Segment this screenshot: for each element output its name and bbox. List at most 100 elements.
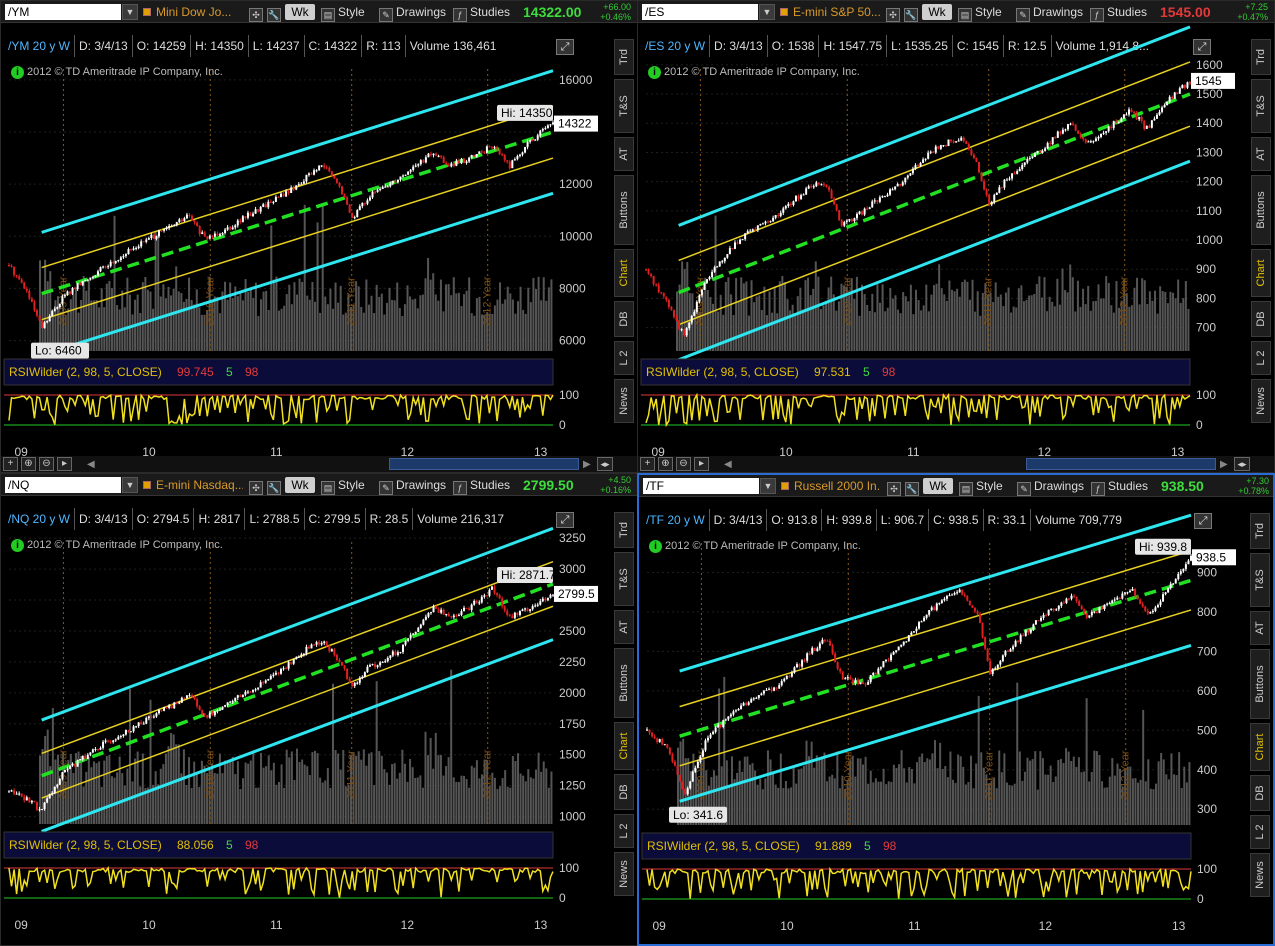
scroll-left-icon[interactable]: ◀ xyxy=(87,459,95,470)
volume-bar xyxy=(339,285,342,351)
side-tab-l2[interactable]: L 2 xyxy=(1251,341,1271,375)
side-tab-news[interactable]: News xyxy=(614,379,634,423)
chart-panel-nq[interactable]: /NQ ▼ E-mini Nasdaq... ✣ 🔧 Wk ▤ Style ✎ Drawings ƒ… xyxy=(0,473,638,946)
volume-bar xyxy=(393,300,396,351)
studies-button[interactable]: ƒ Studies xyxy=(453,477,510,495)
link-color-icon[interactable] xyxy=(143,8,151,16)
side-tab-trd[interactable]: Trd xyxy=(614,512,634,548)
side-tab-news[interactable]: News xyxy=(614,852,634,896)
wrench-icon[interactable]: 🔧 xyxy=(267,477,284,495)
side-tab-ts[interactable]: T&S xyxy=(1251,79,1271,133)
chart-settings-icon[interactable]: ⤢ xyxy=(1194,513,1212,529)
drawings-button[interactable]: ✎ Drawings xyxy=(379,477,446,495)
chart-settings-icon[interactable]: ⤢ xyxy=(556,39,574,55)
link-color-icon[interactable] xyxy=(143,481,151,489)
side-tab-db[interactable]: DB xyxy=(1250,775,1270,811)
link-color-icon[interactable] xyxy=(781,482,789,490)
side-tab-at[interactable]: AT xyxy=(614,610,634,644)
zoom-in-icon[interactable]: + xyxy=(3,457,18,471)
aggregation-button[interactable]: Wk xyxy=(285,477,315,493)
chart-panel-tf[interactable]: /TF ▼ Russell 2000 In... ✣ 🔧 Wk ▤ Style ✎ Drawing… xyxy=(637,473,1275,946)
symbol-dropdown-button[interactable]: ▼ xyxy=(122,4,138,20)
studies-button[interactable]: ƒ Studies xyxy=(453,4,510,22)
side-tab-chart[interactable]: Chart xyxy=(614,249,634,297)
pointer-icon[interactable]: ▸ xyxy=(57,457,72,471)
expand-icon[interactable]: ◂▸ xyxy=(597,457,613,471)
side-tab-ts[interactable]: T&S xyxy=(1250,553,1270,607)
style-button[interactable]: ▤ Style xyxy=(321,477,365,495)
side-tab-l2[interactable]: L 2 xyxy=(1250,815,1270,849)
info-icon[interactable]: i xyxy=(11,539,24,552)
drawings-button[interactable]: ✎ Drawings xyxy=(1017,478,1084,496)
side-tab-db[interactable]: DB xyxy=(1251,301,1271,337)
side-tab-buttons[interactable]: Buttons xyxy=(614,175,634,245)
side-tab-at[interactable]: AT xyxy=(1250,611,1270,645)
symbol-dropdown-button[interactable]: ▼ xyxy=(760,478,776,494)
chart-panel-ym[interactable]: /YM ▼ Mini Dow Jo... ✣ 🔧 Wk ▤ Style ✎ Drawings ƒ St… xyxy=(0,0,638,473)
zoom-icon[interactable]: ⊕ xyxy=(21,457,36,471)
symbol-input[interactable]: /NQ xyxy=(5,477,121,493)
symbol-dropdown-button[interactable]: ▼ xyxy=(759,4,775,20)
style-button[interactable]: ▤ Style xyxy=(958,4,1002,22)
scrollbar-thumb[interactable] xyxy=(1026,458,1216,470)
drawings-button[interactable]: ✎ Drawings xyxy=(1016,4,1083,22)
symbol-input[interactable]: /YM xyxy=(5,4,121,20)
wrench-icon[interactable]: 🔧 xyxy=(904,4,921,22)
style-button[interactable]: ▤ Style xyxy=(321,4,365,22)
info-icon[interactable]: i xyxy=(648,66,661,79)
side-tab-buttons[interactable]: Buttons xyxy=(1250,649,1270,719)
aggregation-button[interactable]: Wk xyxy=(922,4,952,20)
chart-settings-icon[interactable]: ⤢ xyxy=(556,512,574,528)
symbol-dropdown-button[interactable]: ▼ xyxy=(122,477,138,493)
side-tab-db[interactable]: DB xyxy=(614,774,634,810)
side-tab-at[interactable]: AT xyxy=(614,137,634,171)
link-color-icon[interactable] xyxy=(780,8,788,16)
symbol-input[interactable]: /TF xyxy=(643,478,759,494)
side-tab-news[interactable]: News xyxy=(1250,853,1270,897)
side-tab-at[interactable]: AT xyxy=(1251,137,1271,171)
aggregation-button[interactable]: Wk xyxy=(923,478,953,494)
pointer-icon[interactable]: ▸ xyxy=(694,457,709,471)
candle-body xyxy=(163,707,166,711)
crosshair-tool-icon[interactable]: ✣ xyxy=(249,477,266,495)
side-tab-buttons[interactable]: Buttons xyxy=(1251,175,1271,245)
side-tab-trd[interactable]: Trd xyxy=(1250,513,1270,549)
scroll-right-icon[interactable]: ▶ xyxy=(583,459,591,470)
side-tab-l2[interactable]: L 2 xyxy=(614,814,634,848)
side-tab-ts[interactable]: T&S xyxy=(614,79,634,133)
info-icon[interactable]: i xyxy=(649,540,662,553)
zoom-out-icon[interactable]: ⊖ xyxy=(39,457,54,471)
info-icon[interactable]: i xyxy=(11,66,24,79)
zoom-icon[interactable]: ⊕ xyxy=(658,457,673,471)
studies-button[interactable]: ƒ Studies xyxy=(1090,4,1147,22)
crosshair-tool-icon[interactable]: ✣ xyxy=(249,4,266,22)
side-tab-news[interactable]: News xyxy=(1251,379,1271,423)
candle-body xyxy=(1107,126,1110,132)
crosshair-tool-icon[interactable]: ✣ xyxy=(886,4,903,22)
scroll-right-icon[interactable]: ▶ xyxy=(1220,459,1228,470)
side-tab-l2[interactable]: L 2 xyxy=(614,341,634,375)
wrench-icon[interactable]: 🔧 xyxy=(905,478,922,496)
drawings-button[interactable]: ✎ Drawings xyxy=(379,4,446,22)
side-tab-ts[interactable]: T&S xyxy=(614,552,634,606)
expand-icon[interactable]: ◂▸ xyxy=(1234,457,1250,471)
chart-settings-icon[interactable]: ⤢ xyxy=(1193,39,1211,55)
aggregation-button[interactable]: Wk xyxy=(285,4,315,20)
side-tab-chart[interactable]: Chart xyxy=(1251,249,1271,297)
wrench-icon[interactable]: 🔧 xyxy=(267,4,284,22)
scrollbar-thumb[interactable] xyxy=(389,458,579,470)
side-tab-chart[interactable]: Chart xyxy=(1250,723,1270,771)
zoom-out-icon[interactable]: ⊖ xyxy=(676,457,691,471)
crosshair-tool-icon[interactable]: ✣ xyxy=(887,478,904,496)
scroll-left-icon[interactable]: ◀ xyxy=(724,459,732,470)
side-tab-trd[interactable]: Trd xyxy=(1251,39,1271,75)
side-tab-db[interactable]: DB xyxy=(614,301,634,337)
symbol-input[interactable]: /ES xyxy=(642,4,758,20)
style-button[interactable]: ▤ Style xyxy=(959,478,1003,496)
side-tab-trd[interactable]: Trd xyxy=(614,39,634,75)
studies-button[interactable]: ƒ Studies xyxy=(1091,478,1148,496)
zoom-in-icon[interactable]: + xyxy=(640,457,655,471)
chart-panel-es[interactable]: /ES ▼ E-mini S&P 50... ✣ 🔧 Wk ▤ Style ✎ Drawings ƒ… xyxy=(637,0,1275,473)
side-tab-chart[interactable]: Chart xyxy=(614,722,634,770)
side-tab-buttons[interactable]: Buttons xyxy=(614,648,634,718)
